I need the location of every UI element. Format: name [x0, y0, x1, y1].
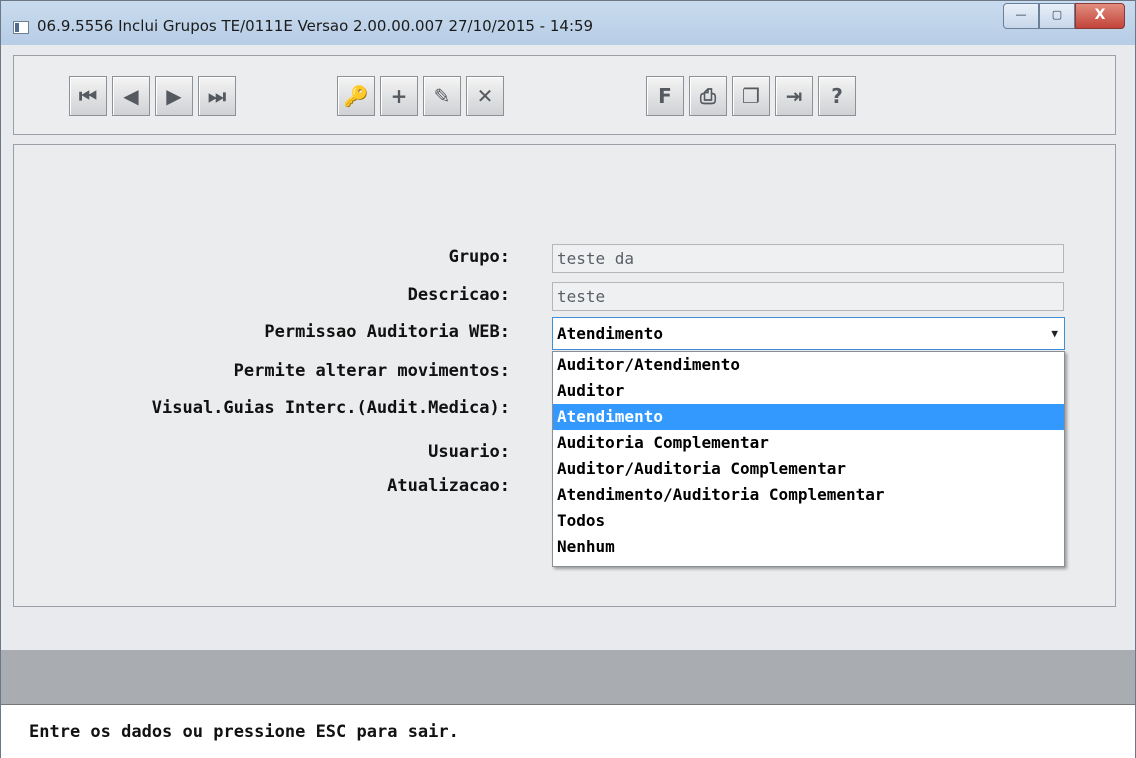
title-bar[interactable]: 06.9.5556 Inclui Grupos TE/0111E Versao …: [1, 1, 1135, 45]
first-record-button[interactable]: ⏮: [69, 76, 107, 116]
permite-alterar-label: Permite alterar movimentos:: [233, 361, 510, 381]
dropdown-option[interactable]: Atendimento/Auditoria Complementar: [553, 482, 1064, 508]
usuario-label: Usuario:: [428, 442, 510, 462]
chevron-down-icon[interactable]: ▼: [1051, 318, 1058, 349]
window-title: 06.9.5556 Inclui Grupos TE/0111E Versao …: [37, 17, 594, 35]
dropdown-option[interactable]: Auditor/Atendimento: [553, 352, 1064, 378]
search-button[interactable]: 🔑: [337, 76, 375, 116]
message-area: [1, 650, 1135, 704]
minimize-button[interactable]: —: [1003, 3, 1039, 29]
dropdown-option[interactable]: Auditor: [553, 378, 1064, 404]
help-button[interactable]: ?: [818, 76, 856, 116]
permissao-dropdown-list: Auditor/Atendimento Auditor Atendimento …: [552, 351, 1065, 567]
previous-record-button[interactable]: ◀: [112, 76, 150, 116]
exit-button[interactable]: ⇥: [775, 76, 813, 116]
last-record-button[interactable]: ⏭: [198, 76, 236, 116]
form-panel: Grupo: teste da Descricao: teste Permiss…: [13, 144, 1116, 607]
permissao-auditoria-value: Atendimento: [557, 324, 663, 343]
permissao-auditoria-select[interactable]: Atendimento ▼: [552, 317, 1065, 350]
maximize-button[interactable]: ▢: [1039, 3, 1075, 29]
close-button[interactable]: X: [1075, 3, 1125, 29]
window-controls: — ▢ X: [1003, 3, 1125, 29]
permissao-auditoria-label: Permissao Auditoria WEB:: [264, 322, 510, 342]
dropdown-option[interactable]: Todos: [553, 508, 1064, 534]
edit-button[interactable]: ✎: [423, 76, 461, 116]
dropdown-option[interactable]: Auditor/Auditoria Complementar: [553, 456, 1064, 482]
delete-button[interactable]: ✕: [466, 76, 504, 116]
atualizacao-label: Atualizacao:: [387, 476, 510, 496]
status-message: Entre os dados ou pressione ESC para sai…: [29, 722, 459, 742]
dropdown-option-selected[interactable]: Atendimento: [553, 404, 1064, 430]
insert-button[interactable]: +: [380, 76, 418, 116]
grupo-field[interactable]: teste da: [552, 244, 1064, 273]
dropdown-option[interactable]: Auditoria Complementar: [553, 430, 1064, 456]
descricao-field[interactable]: teste: [552, 282, 1064, 311]
descricao-label: Descricao:: [407, 285, 510, 305]
visual-guias-label: Visual.Guias Interc.(Audit.Medica):: [151, 398, 510, 418]
status-bar: Entre os dados ou pressione ESC para sai…: [1, 704, 1135, 758]
copy-button[interactable]: ❐: [732, 76, 770, 116]
dropdown-option[interactable]: Nenhum: [553, 534, 1064, 560]
app-window: 06.9.5556 Inclui Grupos TE/0111E Versao …: [0, 0, 1136, 758]
filter-button[interactable]: F: [646, 76, 684, 116]
next-record-button[interactable]: ▶: [155, 76, 193, 116]
toolbar: ⏮ ◀ ▶ ⏭ 🔑 + ✎ ✕ F ⎙ ❐ ⇥ ?: [13, 55, 1116, 135]
print-button[interactable]: ⎙: [689, 76, 727, 116]
grupo-label: Grupo:: [448, 247, 510, 267]
app-icon: [13, 21, 29, 34]
